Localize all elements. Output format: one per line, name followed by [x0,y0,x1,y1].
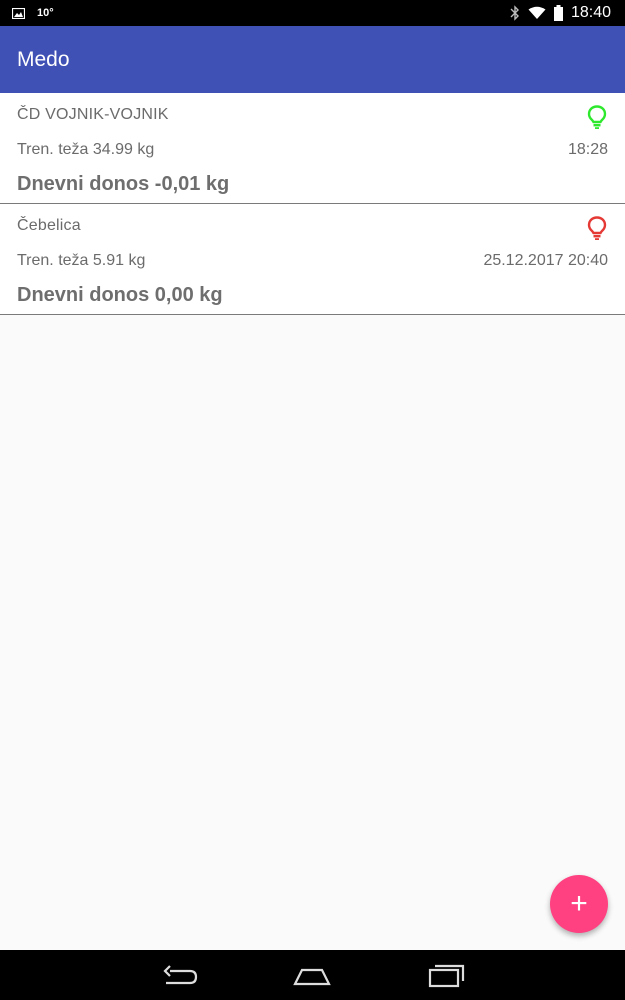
hive-name: ČD VOJNIK-VOJNIK [17,106,169,123]
hive-list-item[interactable]: ČD VOJNIK-VOJNIK Tren. teža 34.99 kg 18:… [0,93,625,204]
lightbulb-icon [587,105,607,129]
status-bar: 10° 18:40 [0,0,625,26]
screen: 10° 18:40 Medo ČD VOJNIK-VOJNIK Tren. te… [0,0,625,1000]
app-title: Medo [17,47,70,71]
hive-last-update: 25.12.2017 20:40 [483,252,608,269]
hive-current-weight: Tren. teža 5.91 kg [17,252,146,269]
add-hive-button[interactable]: + [550,875,608,933]
hive-name: Čebelica [17,217,81,234]
lightbulb-icon [587,216,607,240]
add-icon: + [570,887,588,920]
image-icon [12,7,25,19]
status-time: 18:40 [570,4,611,21]
home-icon[interactable] [292,962,332,990]
navigation-bar [0,950,625,1000]
status-temperature: 10° [37,7,54,19]
hive-daily-yield: Dnevni donos -0,01 kg [17,173,230,195]
wifi-icon [528,6,546,19]
hive-daily-yield: Dnevni donos 0,00 kg [17,284,223,306]
hive-last-update: 18:28 [567,141,608,158]
hive-list-item[interactable]: Čebelica Tren. teža 5.91 kg 25.12.2017 2… [0,204,625,315]
battery-icon [553,5,563,21]
app-bar: Medo [0,26,625,93]
hive-list: ČD VOJNIK-VOJNIK Tren. teža 34.99 kg 18:… [0,93,625,315]
bluetooth-icon [510,5,519,21]
hive-current-weight: Tren. teža 34.99 kg [17,141,155,158]
recents-icon[interactable] [426,962,466,990]
back-icon[interactable] [160,962,200,990]
